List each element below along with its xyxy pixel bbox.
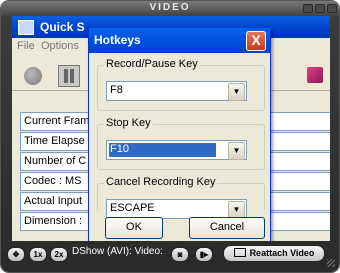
move-icon[interactable]: ✥ (7, 247, 25, 262)
record-pause-key-select[interactable]: F8 ▼ (106, 81, 247, 101)
group-label: Cancel Recording Key (104, 176, 218, 188)
minimize-icon[interactable] (303, 4, 313, 13)
close-player-icon[interactable] (327, 4, 337, 13)
background-app-window: Quick S File Options Current Fram Time E… (12, 16, 330, 241)
chevron-down-icon[interactable]: ▼ (228, 83, 245, 101)
stop-key-group: Stop Key F10 ▼ (97, 117, 265, 170)
help-book-icon[interactable] (307, 67, 323, 83)
record-pause-key-group: Record/Pause Key F8 ▼ (97, 58, 265, 111)
menu-file[interactable]: File (17, 40, 35, 52)
group-label: Stop Key (104, 117, 153, 129)
menu-options[interactable]: Options (41, 40, 79, 52)
video-player-window: VIDEO Quick S File Options Current Fram … (1, 1, 339, 272)
app-title: Quick S (40, 20, 85, 34)
media-icon[interactable]: ▮▸ (195, 247, 213, 262)
cancel-recording-key-select[interactable]: ESCAPE ▼ (106, 199, 247, 219)
ok-button[interactable]: OK (105, 217, 163, 239)
video-source-status: DShow (AVI): Video: (72, 246, 163, 257)
cancel-button[interactable]: Cancel (189, 217, 265, 239)
resize-grip[interactable] (327, 259, 335, 267)
reattach-video-button[interactable]: Reattach Video (223, 245, 325, 262)
cancel-recording-key-group: Cancel Recording Key ESCAPE ▼ (97, 176, 265, 219)
group-label: Record/Pause Key (104, 58, 200, 70)
camera-icon[interactable]: ◙ (171, 247, 189, 262)
close-icon[interactable]: X (246, 31, 266, 51)
chevron-down-icon[interactable]: ▼ (228, 142, 245, 160)
player-control-bar: ✥ 1x 2x DShow (AVI): Video: ◙ ▮▸ Reattac… (1, 241, 339, 271)
dialog-titlebar: Hotkeys X (89, 28, 270, 53)
screenshot-frame: VIDEO Quick S File Options Current Fram … (0, 0, 340, 273)
record-icon[interactable] (24, 67, 42, 85)
hotkeys-dialog: Hotkeys X Record/Pause Key F8 ▼ Stop Key (88, 28, 271, 241)
stop-key-select[interactable]: F10 ▼ (106, 140, 247, 160)
video-screen: Quick S File Options Current Fram Time E… (12, 16, 330, 241)
pause-icon[interactable] (58, 65, 80, 87)
dialog-title: Hotkeys (94, 33, 141, 47)
zoom-1x-button[interactable]: 1x (29, 247, 47, 262)
zoom-2x-button[interactable]: 2x (50, 247, 68, 262)
maximize-icon[interactable] (315, 4, 325, 13)
window-icon (233, 248, 246, 257)
app-icon (18, 20, 34, 35)
player-title: VIDEO (149, 2, 191, 13)
